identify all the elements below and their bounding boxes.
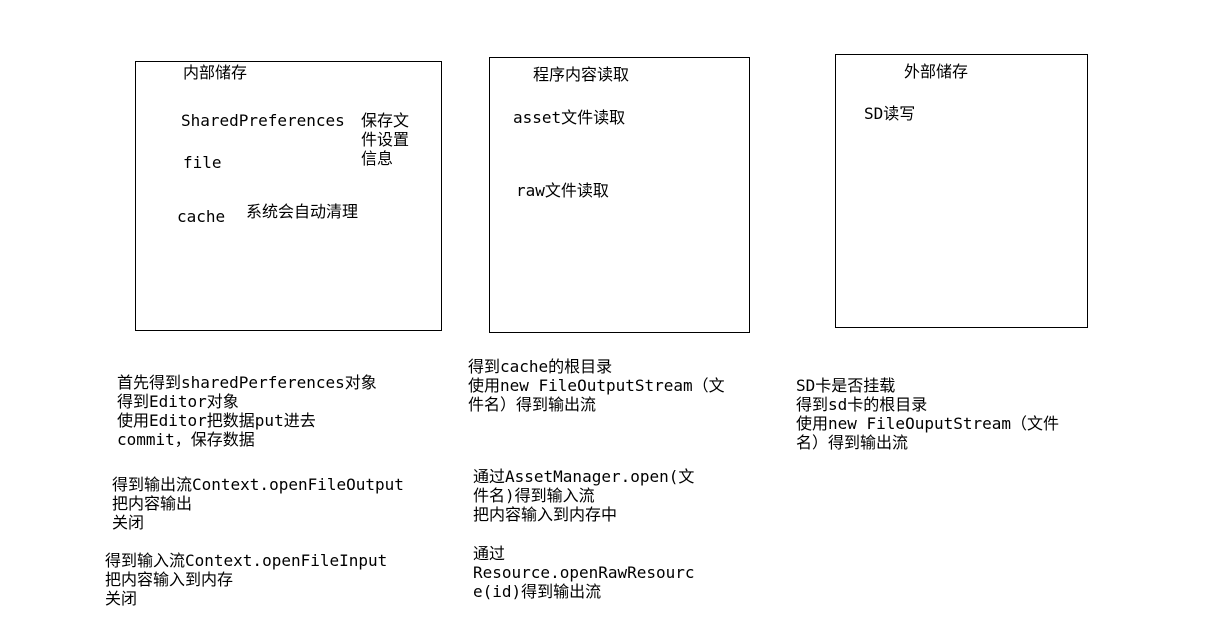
step-line: 得到Editor对象 bbox=[117, 392, 239, 411]
step-line: 件名)得到输入流 bbox=[473, 486, 595, 505]
raw-steps: 通过 Resource.openRawResourc e(id)得到输出流 bbox=[473, 544, 695, 601]
cache-steps: 得到cache的根目录 使用new FileOutputStream（文 件名）… bbox=[468, 357, 725, 414]
sp-desc-line-2: 件设置 bbox=[361, 130, 410, 149]
asset-read-label: asset文件读取 bbox=[513, 108, 626, 127]
internal-storage-title: 内部储存 bbox=[183, 63, 248, 82]
step-line: 使用new FileOuputStream（文件 bbox=[796, 414, 1060, 433]
cache-label: cache bbox=[177, 207, 226, 226]
shared-preferences-label: SharedPreferences bbox=[181, 111, 345, 130]
file-label: file bbox=[183, 153, 222, 172]
file-input-steps: 得到输入流Context.openFileInput 把内容输入到内存 关闭 bbox=[105, 551, 387, 608]
sp-desc-line-1: 保存文 bbox=[361, 111, 410, 130]
step-line: 使用Editor把数据put进去 bbox=[117, 411, 316, 430]
step-line: 关闭 bbox=[105, 589, 138, 608]
step-line: 名）得到输出流 bbox=[796, 433, 909, 452]
step-line: 使用new FileOutputStream（文 bbox=[468, 376, 725, 395]
step-line: 关闭 bbox=[112, 513, 145, 532]
step-line: 得到sd卡的根目录 bbox=[796, 395, 928, 414]
step-line: SD卡是否挂载 bbox=[796, 376, 896, 395]
step-line: 把内容输入到内存 bbox=[105, 570, 234, 589]
step-line: 把内容输入到内存中 bbox=[473, 505, 618, 524]
internal-storage-box bbox=[135, 61, 442, 331]
sp-desc-line-3: 信息 bbox=[361, 149, 394, 168]
step-line: 件名）得到输出流 bbox=[468, 395, 597, 414]
step-line: 得到输入流Context.openFileInput bbox=[105, 551, 388, 570]
step-line: Resource.openRawResourc bbox=[473, 563, 695, 582]
step-line: e(id)得到输出流 bbox=[473, 582, 602, 601]
step-line: 通过 bbox=[473, 544, 506, 563]
step-line: 得到输出流Context.openFileOutput bbox=[112, 475, 404, 494]
external-storage-title: 外部储存 bbox=[904, 62, 969, 81]
external-storage-box bbox=[835, 54, 1088, 328]
sd-steps: SD卡是否挂载 得到sd卡的根目录 使用new FileOuputStream（… bbox=[796, 376, 1059, 452]
shared-prefs-steps: 首先得到sharedPerferences对象 得到Editor对象 使用Edi… bbox=[117, 373, 377, 449]
asset-steps: 通过AssetManager.open(文 件名)得到输入流 把内容输入到内存中 bbox=[473, 467, 694, 524]
step-line: commit，保存数据 bbox=[117, 430, 255, 449]
shared-preferences-desc: 保存文 件设置 信息 bbox=[361, 111, 409, 168]
step-line: 把内容输出 bbox=[112, 494, 193, 513]
raw-read-label: raw文件读取 bbox=[516, 181, 609, 200]
step-line: 首先得到sharedPerferences对象 bbox=[117, 373, 377, 392]
sd-read-write-label: SD读写 bbox=[864, 104, 916, 123]
program-content-title: 程序内容读取 bbox=[533, 65, 630, 84]
step-line: 通过AssetManager.open(文 bbox=[473, 467, 695, 486]
file-output-steps: 得到输出流Context.openFileOutput 把内容输出 关闭 bbox=[112, 475, 404, 532]
step-line: 得到cache的根目录 bbox=[468, 357, 613, 376]
cache-desc: 系统会自动清理 bbox=[246, 202, 359, 221]
